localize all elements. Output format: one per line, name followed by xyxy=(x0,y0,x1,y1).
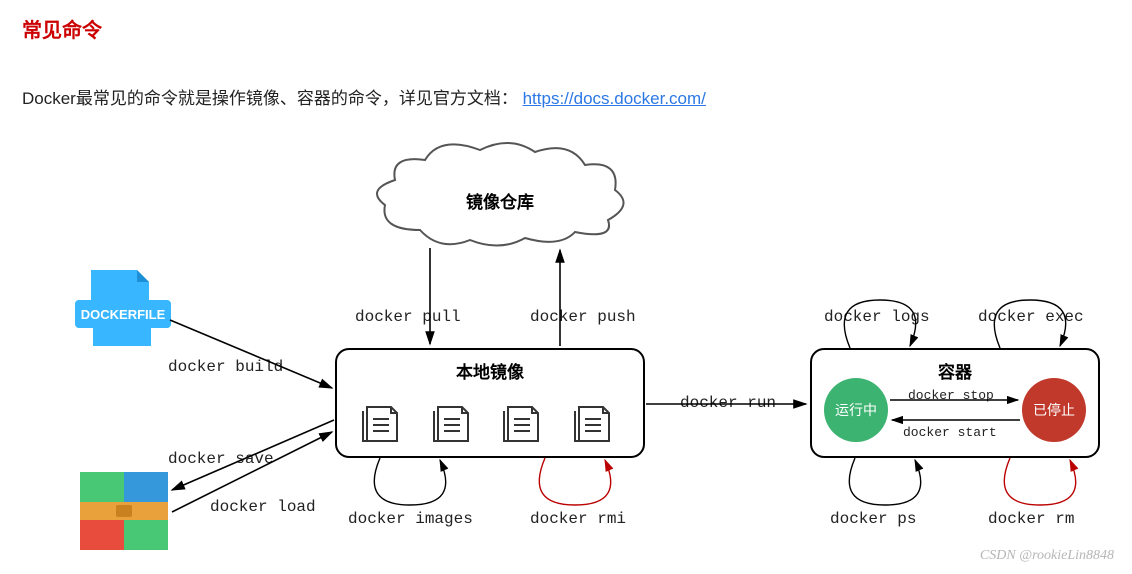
cmd-pull: docker pull xyxy=(355,308,461,326)
docs-link[interactable]: https://docs.docker.com/ xyxy=(523,89,706,108)
cmd-load: docker load xyxy=(210,498,316,516)
cmd-exec: docker exec xyxy=(978,308,1084,326)
cmd-start: docker start xyxy=(903,425,997,440)
image-stack-icon xyxy=(432,393,478,445)
image-stack-icon xyxy=(573,393,619,445)
local-images-title: 本地镜像 xyxy=(337,358,643,383)
state-stopped-circle: 已停止 xyxy=(1022,378,1086,442)
cmd-push: docker push xyxy=(530,308,636,326)
cloud-label: 镜像仓库 xyxy=(370,188,630,213)
image-stack-icon xyxy=(502,393,548,445)
subtitle-text: Docker最常见的命令就是操作镜像、容器的命令，详见官方文档： xyxy=(22,89,518,108)
cmd-stop: docker stop xyxy=(908,388,994,403)
image-stack-row xyxy=(353,393,627,445)
state-running-circle: 运行中 xyxy=(824,378,888,442)
archive-icon xyxy=(80,472,168,550)
cmd-rm: docker rm xyxy=(988,510,1074,528)
cmd-build: docker build xyxy=(168,358,283,376)
cmd-images: docker images xyxy=(348,510,473,528)
local-images-box: 本地镜像 xyxy=(335,348,645,458)
cmd-ps: docker ps xyxy=(830,510,916,528)
cmd-logs: docker logs xyxy=(824,308,930,326)
page-subtitle: Docker最常见的命令就是操作镜像、容器的命令，详见官方文档： https:/… xyxy=(22,84,706,109)
cmd-rmi: docker rmi xyxy=(530,510,626,528)
watermark: CSDN @rookieLin8848 xyxy=(980,548,1114,564)
image-stack-icon xyxy=(361,393,407,445)
cloud-registry: 镜像仓库 xyxy=(370,140,630,250)
page-title: 常见命令 xyxy=(22,14,102,43)
cmd-run: docker run xyxy=(680,394,776,412)
dockerfile-icon: DOCKERFILE xyxy=(75,270,171,348)
cmd-save: docker save xyxy=(168,450,274,468)
dockerfile-label: DOCKERFILE xyxy=(81,307,166,322)
